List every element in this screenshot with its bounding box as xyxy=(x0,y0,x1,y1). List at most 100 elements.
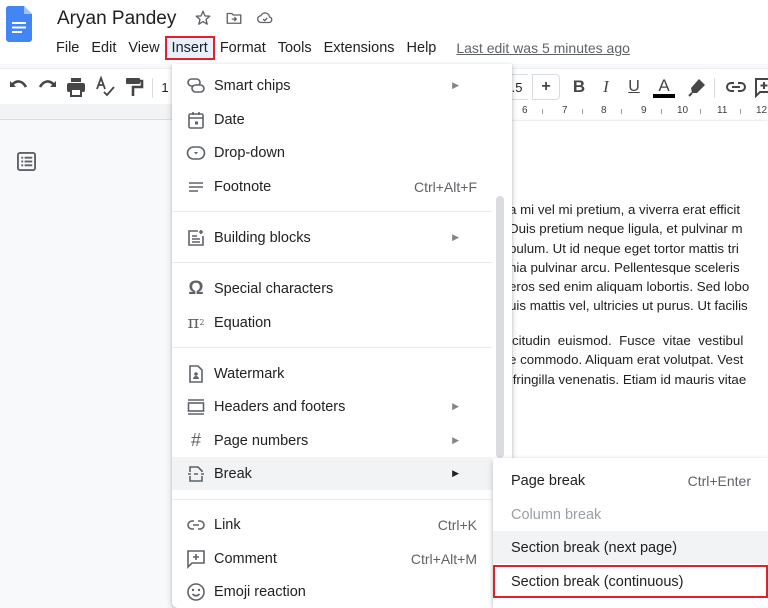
menu-item-label: Emoji reaction xyxy=(214,583,306,600)
headers-footers-icon xyxy=(187,398,205,415)
move-to-folder-icon[interactable] xyxy=(225,9,243,27)
text-line: bulum. Ut id neque eget tortor mattis tr… xyxy=(509,240,739,256)
ruler-number: 12 xyxy=(756,105,768,116)
menu-item-label: Watermark xyxy=(214,365,285,382)
menu-divider xyxy=(172,499,492,500)
calendar-icon xyxy=(188,111,204,129)
print-icon[interactable] xyxy=(64,75,88,99)
menu-format[interactable]: Format xyxy=(214,37,272,59)
underline-button[interactable]: U xyxy=(622,75,646,99)
submenu-item-label: Page break xyxy=(511,472,586,489)
link-icon xyxy=(187,519,205,530)
menu-bar: File Edit View Insert Format Tools Exten… xyxy=(50,36,630,60)
add-comment-icon[interactable] xyxy=(752,75,768,99)
text-line: Duis pretium neque ligula, et pulvinar m xyxy=(509,221,743,237)
menu-view[interactable]: View xyxy=(122,37,165,59)
ruler-page-area xyxy=(505,104,768,120)
menu-item-label: Break xyxy=(214,465,252,482)
spellcheck-icon[interactable] xyxy=(93,75,117,99)
menu-item-watermark[interactable]: Watermark xyxy=(172,357,492,390)
menu-item-smart-chips[interactable]: Smart chips ▶ xyxy=(172,69,492,102)
menu-item-shortcut: Ctrl+Alt+M xyxy=(410,550,477,567)
menu-item-equation[interactable]: π2 Equation xyxy=(172,306,492,339)
menu-item-date[interactable]: Date xyxy=(172,103,492,136)
title-bar: Aryan Pandey File Edit View Insert Forma… xyxy=(0,0,768,64)
document-outline-icon[interactable] xyxy=(17,152,36,171)
submenu-item-label: Section break (continuous) xyxy=(511,573,684,590)
menu-item-label: Headers and footers xyxy=(214,398,346,415)
menu-item-footnote[interactable]: Footnote Ctrl+Alt+F xyxy=(172,170,492,203)
toolbar-separator xyxy=(152,78,153,98)
menu-item-headers-and-footers[interactable]: Headers and footers ▶ xyxy=(172,390,492,423)
zoom-select[interactable]: 1 xyxy=(159,75,171,99)
menu-insert[interactable]: Insert xyxy=(164,36,215,60)
submenu-arrow-icon: ▶ xyxy=(452,435,459,445)
menu-item-shortcut: Ctrl+Alt+F xyxy=(413,178,477,195)
star-icon[interactable] xyxy=(194,9,212,27)
docs-logo-icon[interactable] xyxy=(6,6,32,42)
submenu-item-shortcut: Ctrl+Enter xyxy=(687,472,751,489)
submenu-item-label: Section break (next page) xyxy=(511,539,678,556)
text-color-button[interactable]: A xyxy=(652,75,676,99)
submenu-item-section-break-next-page[interactable]: Section break (next page) xyxy=(493,531,768,564)
menu-scrollbar-thumb[interactable] xyxy=(496,196,504,458)
ruler-number: 6 xyxy=(522,105,528,116)
menu-item-building-blocks[interactable]: Building blocks ▶ xyxy=(172,221,492,254)
ruler-tick xyxy=(661,109,662,114)
menu-item-label: Smart chips xyxy=(214,77,291,94)
menu-item-comment[interactable]: Comment Ctrl+Alt+M xyxy=(172,542,492,575)
cloud-saved-icon[interactable] xyxy=(256,9,274,27)
submenu-item-column-break[interactable]: Column break xyxy=(493,498,768,531)
highlight-icon[interactable] xyxy=(685,75,709,99)
menu-item-page-numbers[interactable]: # Page numbers ▶ xyxy=(172,424,492,457)
menu-item-label: Footnote xyxy=(214,178,272,195)
text-line: a mi vel mi pretium, a viverra erat effi… xyxy=(509,202,741,217)
menu-divider xyxy=(172,347,492,348)
document-title[interactable]: Aryan Pandey xyxy=(57,8,176,30)
emoji-icon xyxy=(187,582,205,601)
last-edit-link[interactable]: Last edit was 5 minutes ago xyxy=(456,40,630,56)
ruler-number: 7 xyxy=(562,105,568,116)
menu-file[interactable]: File xyxy=(50,37,85,59)
menu-help[interactable]: Help xyxy=(401,37,443,59)
paint-format-icon[interactable] xyxy=(121,75,145,99)
italic-button[interactable]: I xyxy=(594,75,618,99)
submenu-item-page-break[interactable]: Page break Ctrl+Enter xyxy=(493,464,768,497)
text-line: nia pulvinar arcu. Pellentesque sceleris xyxy=(509,259,740,275)
menu-item-label: Building blocks xyxy=(214,229,311,246)
text-color-swatch xyxy=(653,93,675,98)
break-icon xyxy=(188,465,204,482)
text-color-label: A xyxy=(658,75,670,95)
menu-extensions[interactable]: Extensions xyxy=(318,37,401,59)
menu-item-special-characters[interactable]: Ω Special characters xyxy=(172,272,492,305)
undo-icon[interactable] xyxy=(7,75,31,99)
menu-item-label: Page numbers xyxy=(214,432,309,449)
dropdown-icon xyxy=(186,145,206,160)
increase-font-size-button[interactable]: + xyxy=(532,74,560,100)
redo-icon[interactable] xyxy=(35,75,59,99)
bold-button[interactable]: B xyxy=(567,75,591,99)
ruler-number: 9 xyxy=(641,105,647,116)
watermark-icon xyxy=(189,364,203,383)
text-line: icitudin euismod. Fusce vitae vestibul xyxy=(509,333,744,348)
smart-chips-icon xyxy=(187,77,205,93)
text-line: uis mattis vel, ultricies ut purus. Ut f… xyxy=(509,298,748,314)
ruler-tick xyxy=(582,109,583,114)
menu-tools[interactable]: Tools xyxy=(272,37,318,59)
menu-item-label: Link xyxy=(214,516,241,533)
menu-item-emoji-reaction[interactable]: Emoji reaction xyxy=(172,575,492,608)
google-docs-window: Aryan Pandey File Edit View Insert Forma… xyxy=(0,0,768,608)
text-line: fringilla venenatis. Etiam id mauris vit… xyxy=(509,371,747,387)
menu-item-label: Drop-down xyxy=(214,144,285,161)
ruler-tick xyxy=(700,109,701,114)
menu-edit[interactable]: Edit xyxy=(85,37,122,59)
omega-icon: Ω xyxy=(188,277,204,299)
menu-item-link[interactable]: Link Ctrl+K xyxy=(172,508,492,541)
link-icon[interactable] xyxy=(724,75,748,99)
submenu-item-section-break-continuous[interactable]: Section break (continuous) xyxy=(493,565,768,598)
menu-item-shortcut: Ctrl+K xyxy=(437,516,477,533)
footnote-icon xyxy=(189,181,203,192)
menu-item-drop-down[interactable]: Drop-down xyxy=(172,136,492,169)
menu-divider xyxy=(172,262,492,263)
menu-item-break[interactable]: Break ▶ xyxy=(172,457,492,490)
